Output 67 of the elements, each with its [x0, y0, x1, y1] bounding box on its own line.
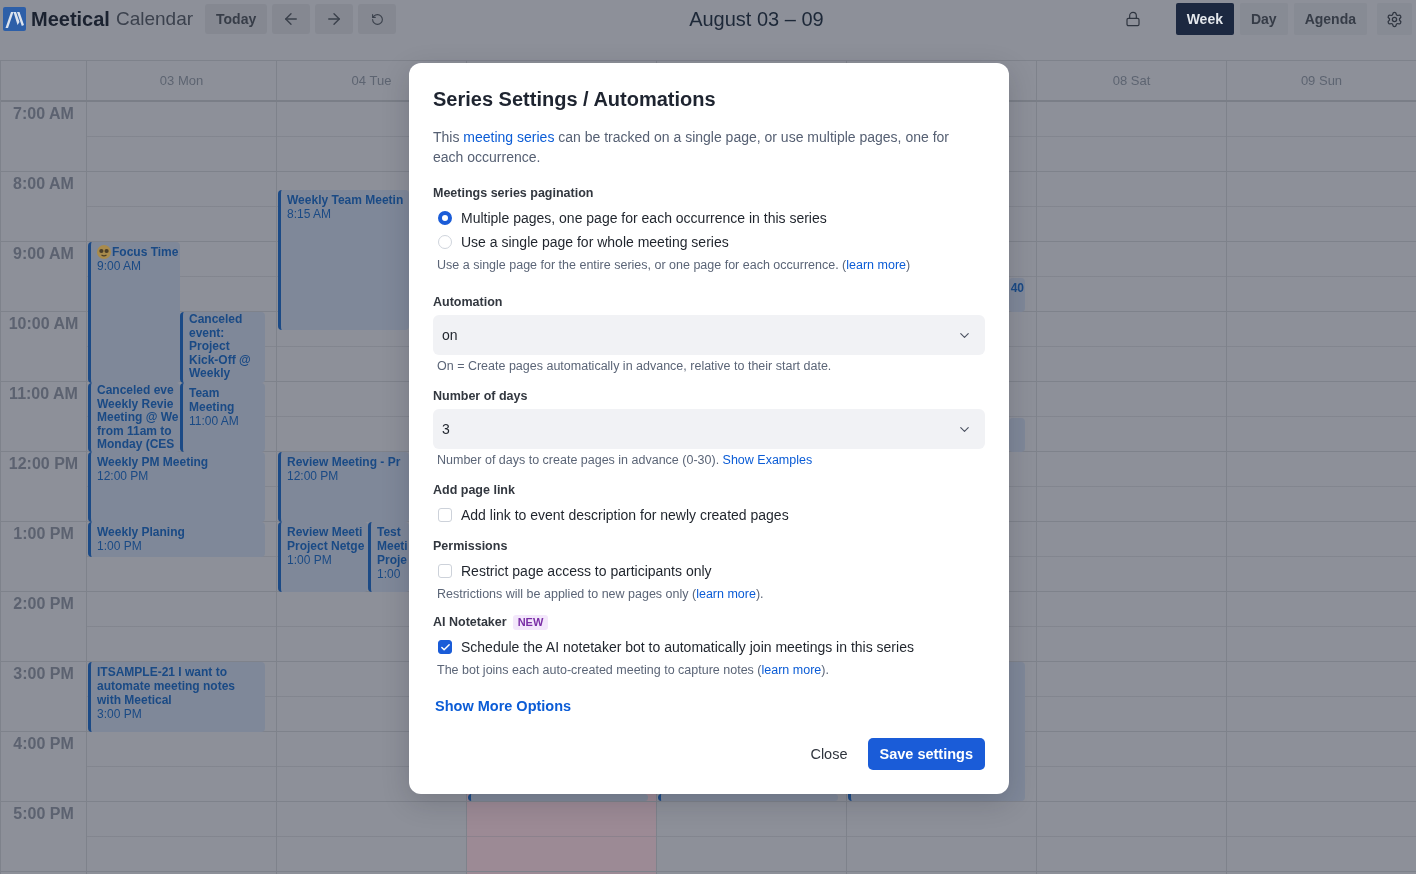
brand-name: Meetical	[31, 7, 110, 31]
section-label: AI Notetaker	[433, 614, 507, 631]
help-text: The bot joins each auto-created meeting to capture notes (learn more).	[436, 662, 830, 679]
next-button[interactable]	[315, 4, 354, 34]
event-time: 12:00 PM	[287, 469, 340, 483]
lock-icon	[1124, 11, 1141, 27]
event-time: 3:00 PM	[97, 707, 143, 721]
section-label: Add page link	[433, 482, 515, 499]
select-field[interactable]: 3	[433, 409, 985, 449]
radio-icon[interactable]	[438, 211, 452, 225]
help-text: Number of days to create pages in advance (0-30). Show Examples	[436, 452, 814, 469]
event-title: Weekly Planing	[97, 525, 186, 539]
section-label: Automation	[433, 294, 503, 311]
radio-option[interactable]: Use a single page for whole meeting series	[433, 230, 729, 254]
refresh-button[interactable]	[358, 4, 397, 34]
help-text: Use a single page for the entire series, or one page for each occurrence. (learn more)	[436, 257, 912, 274]
intro-text: This meeting series can be tracked on a single page, or use multiple pages, one for each occurrence.	[433, 128, 950, 167]
save-button[interactable]: Save settings	[867, 738, 985, 770]
close-button[interactable]: Close	[798, 738, 860, 770]
tag-badge: NEW	[512, 614, 549, 630]
event-title: Test Meeti Proje	[377, 525, 409, 567]
checkbox-option[interactable]: Restrict page access to participants only	[433, 559, 712, 583]
view-tab[interactable]: Week	[1175, 3, 1234, 35]
settings-icon	[1386, 10, 1403, 28]
radio-option[interactable]: Multiple pages, one page for each occurrence in this series	[433, 206, 827, 230]
event-time: 9:00 AM	[97, 259, 143, 273]
event-title: Focus Time	[112, 245, 179, 259]
inline-link[interactable]: learn more	[761, 663, 822, 677]
event-time: 1:00 PM	[97, 539, 143, 553]
section-label: Meetings series pagination	[433, 185, 594, 202]
help-text: On = Create pages automatically in advance, relative to their start date.	[436, 358, 833, 375]
checkbox-option[interactable]: Add link to event description for newly created pages	[433, 503, 789, 527]
show-more-link[interactable]: Show More Options	[435, 696, 572, 716]
event-time: 1:00	[377, 567, 402, 581]
logo-icon	[3, 7, 26, 31]
event-title: Team Meeting	[189, 386, 236, 414]
view-tab[interactable]: Agenda	[1293, 3, 1367, 35]
date-range-title: August 03 – 09	[689, 7, 824, 31]
event-title: Weekly Team Meetin	[287, 193, 405, 207]
event-title: Review Meeting - Pr	[287, 455, 402, 469]
product-name: Calendar	[115, 7, 194, 31]
view-tab[interactable]: Day	[1239, 3, 1288, 35]
event-time: 11:00 AM	[189, 414, 240, 428]
inline-link[interactable]: Show Examples	[722, 453, 813, 467]
smiley-face-icon	[97, 245, 111, 259]
event-time: 1:00 PM	[287, 553, 333, 567]
event-title: Review Meeti Project Netge	[287, 525, 366, 553]
event-title: Weekly PM Meeting	[97, 455, 210, 469]
refresh-icon	[370, 12, 384, 26]
event-title: ITSAMPLE-21 I want to automate meeting notes with Meetical	[97, 665, 237, 707]
event-time: 8:15 AM	[287, 207, 333, 221]
today-button[interactable]: Today	[205, 4, 268, 34]
select-field[interactable]: on	[433, 315, 985, 355]
help-text: Restrictions will be applied to new pages only (learn more).	[436, 586, 765, 603]
previous-button[interactable]	[272, 4, 311, 34]
inline-link[interactable]: meeting series	[463, 129, 555, 145]
settings-button[interactable]	[1377, 3, 1412, 35]
section-label: Number of days	[433, 388, 528, 405]
event-time: 12:00 PM	[97, 469, 150, 483]
inline-link[interactable]: learn more	[696, 587, 756, 601]
checkbox-option[interactable]: Schedule the AI notetaker bot to automatically join meetings in this series	[433, 635, 914, 659]
inline-link[interactable]: learn more	[846, 258, 906, 272]
section-label: Permissions	[433, 538, 508, 555]
dialog-title: Series Settings / Automations	[433, 87, 717, 111]
event-title: Canceled event: Project Kick-Off @ Weekly	[189, 313, 252, 381]
checkbox-icon[interactable]	[438, 640, 452, 654]
event-title: 40	[1009, 281, 1024, 295]
